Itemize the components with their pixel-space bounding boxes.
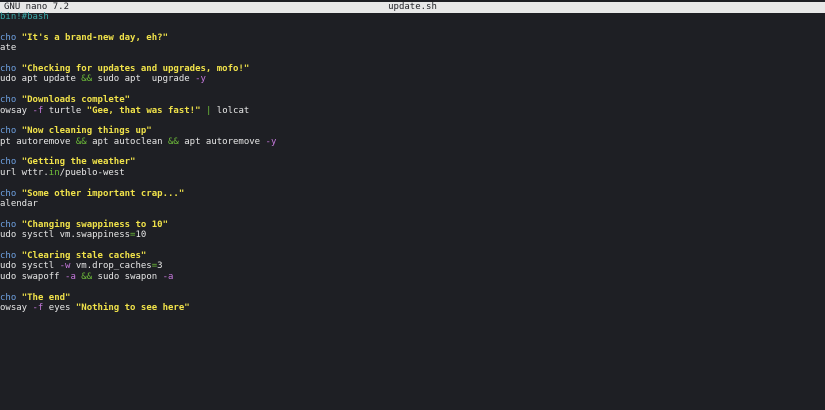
code-token: && xyxy=(167,136,179,147)
code-token: "Changing swappiness to 10" xyxy=(21,219,168,230)
code-token: bin!#bash xyxy=(0,12,49,22)
code-line[interactable]: ate xyxy=(0,43,825,53)
code-token: -f xyxy=(32,302,44,313)
code-token: cho xyxy=(0,63,22,74)
code-line[interactable]: cho "Now cleaning things up" xyxy=(0,126,825,136)
code-token: && xyxy=(81,74,93,85)
code-line[interactable] xyxy=(0,85,825,95)
code-line[interactable]: cho "Getting the weather" xyxy=(0,157,825,167)
code-token: in xyxy=(48,167,60,178)
code-token: eyes xyxy=(43,302,76,313)
code-token: -a xyxy=(162,271,174,282)
code-token: cho xyxy=(0,126,22,137)
code-token: udo sysctl vm.swappiness xyxy=(0,230,131,241)
code-line[interactable]: udo swapoff -a && sudo swapon -a xyxy=(0,272,825,282)
code-token: url wttr. xyxy=(0,167,49,178)
code-line[interactable] xyxy=(0,282,825,292)
code-token: apt autoclean xyxy=(86,136,168,147)
code-token: cho xyxy=(0,188,22,199)
code-token: "Clearing stale caches" xyxy=(21,250,147,261)
code-token: -y xyxy=(265,136,277,147)
code-token: vm.drop_caches xyxy=(70,261,152,272)
code-line[interactable]: cho "The end" xyxy=(0,293,825,303)
code-token: sudo apt upgrade xyxy=(92,74,196,85)
code-line[interactable] xyxy=(0,54,825,64)
code-token: udo swapoff xyxy=(0,271,66,282)
code-token: "Downloads complete" xyxy=(21,95,131,106)
code-token: "Gee, that was fast!" xyxy=(86,105,201,116)
code-line[interactable]: cho "Downloads complete" xyxy=(0,95,825,105)
code-line[interactable] xyxy=(0,22,825,32)
code-token: turtle xyxy=(43,105,87,116)
code-token: cho xyxy=(0,95,22,106)
code-line[interactable]: owsay -f turtle "Gee, that was fast!" | … xyxy=(0,106,825,116)
code-line[interactable]: cho "It's a brand-new day, eh?" xyxy=(0,33,825,43)
code-line[interactable]: udo sysctl -w vm.drop_caches=3 xyxy=(0,261,825,271)
code-line[interactable] xyxy=(0,209,825,219)
code-token: 3 xyxy=(157,261,163,272)
code-line[interactable]: cho "Changing swappiness to 10" xyxy=(0,220,825,230)
code-token: && xyxy=(75,136,87,147)
code-line[interactable]: udo apt update && sudo apt upgrade -y xyxy=(0,74,825,84)
code-line[interactable] xyxy=(0,178,825,188)
code-token: cho xyxy=(0,32,22,43)
code-token: "Now cleaning things up" xyxy=(21,126,152,137)
code-token: -a xyxy=(65,271,76,282)
code-token: "Some other important crap..." xyxy=(21,188,185,199)
code-token: "The end" xyxy=(21,292,71,303)
code-line[interactable] xyxy=(0,241,825,251)
code-line[interactable]: owsay -f eyes "Nothing to see here" xyxy=(0,303,825,313)
code-token: sudo swapon xyxy=(92,271,163,282)
code-line[interactable]: bin!#bash xyxy=(0,12,825,22)
code-token: 10 xyxy=(135,230,147,241)
code-token: -w xyxy=(59,261,71,272)
code-line[interactable] xyxy=(0,147,825,157)
code-token: && xyxy=(81,271,93,282)
terminal-window[interactable]: GNU nano 7.2 update.sh bin!#bash cho "It… xyxy=(0,0,825,410)
code-line[interactable] xyxy=(0,116,825,126)
code-token: ate xyxy=(0,43,17,54)
code-line[interactable]: cho "Clearing stale caches" xyxy=(0,251,825,261)
code-token: "Getting the weather" xyxy=(21,157,136,168)
code-token: "Checking for updates and upgrades, mofo… xyxy=(21,63,250,74)
code-token: owsay xyxy=(0,302,33,313)
code-token: "It's a brand-new day, eh?" xyxy=(21,32,168,43)
code-line[interactable]: udo sysctl vm.swappiness=10 xyxy=(0,230,825,240)
code-token: alendar xyxy=(0,199,38,210)
code-token: cho xyxy=(0,250,22,261)
code-token: udo apt update xyxy=(0,74,82,85)
code-line[interactable]: alendar xyxy=(0,199,825,209)
code-token: -y xyxy=(195,74,206,85)
code-token: -f xyxy=(32,105,44,116)
code-token: lolcat xyxy=(211,105,250,116)
code-token: cho xyxy=(0,157,22,168)
code-line[interactable]: pt autoremove && apt autoclean && apt au… xyxy=(0,137,825,147)
code-token: cho xyxy=(0,219,22,230)
code-line[interactable]: cho "Checking for updates and upgrades, … xyxy=(0,64,825,74)
code-token: "Nothing to see here" xyxy=(75,302,190,313)
code-token: owsay xyxy=(0,105,33,116)
code-token: pt autoremove xyxy=(0,136,76,147)
code-token: /pueblo-west xyxy=(59,167,125,178)
code-line[interactable]: cho "Some other important crap..." xyxy=(0,189,825,199)
code-token: apt autoremove xyxy=(178,136,266,147)
code-token: cho xyxy=(0,292,22,303)
editor-text-area[interactable]: bin!#bash cho "It's a brand-new day, eh?… xyxy=(0,12,825,313)
code-token: udo sysctl xyxy=(0,261,60,272)
code-line[interactable]: url wttr.in/pueblo-west xyxy=(0,168,825,178)
